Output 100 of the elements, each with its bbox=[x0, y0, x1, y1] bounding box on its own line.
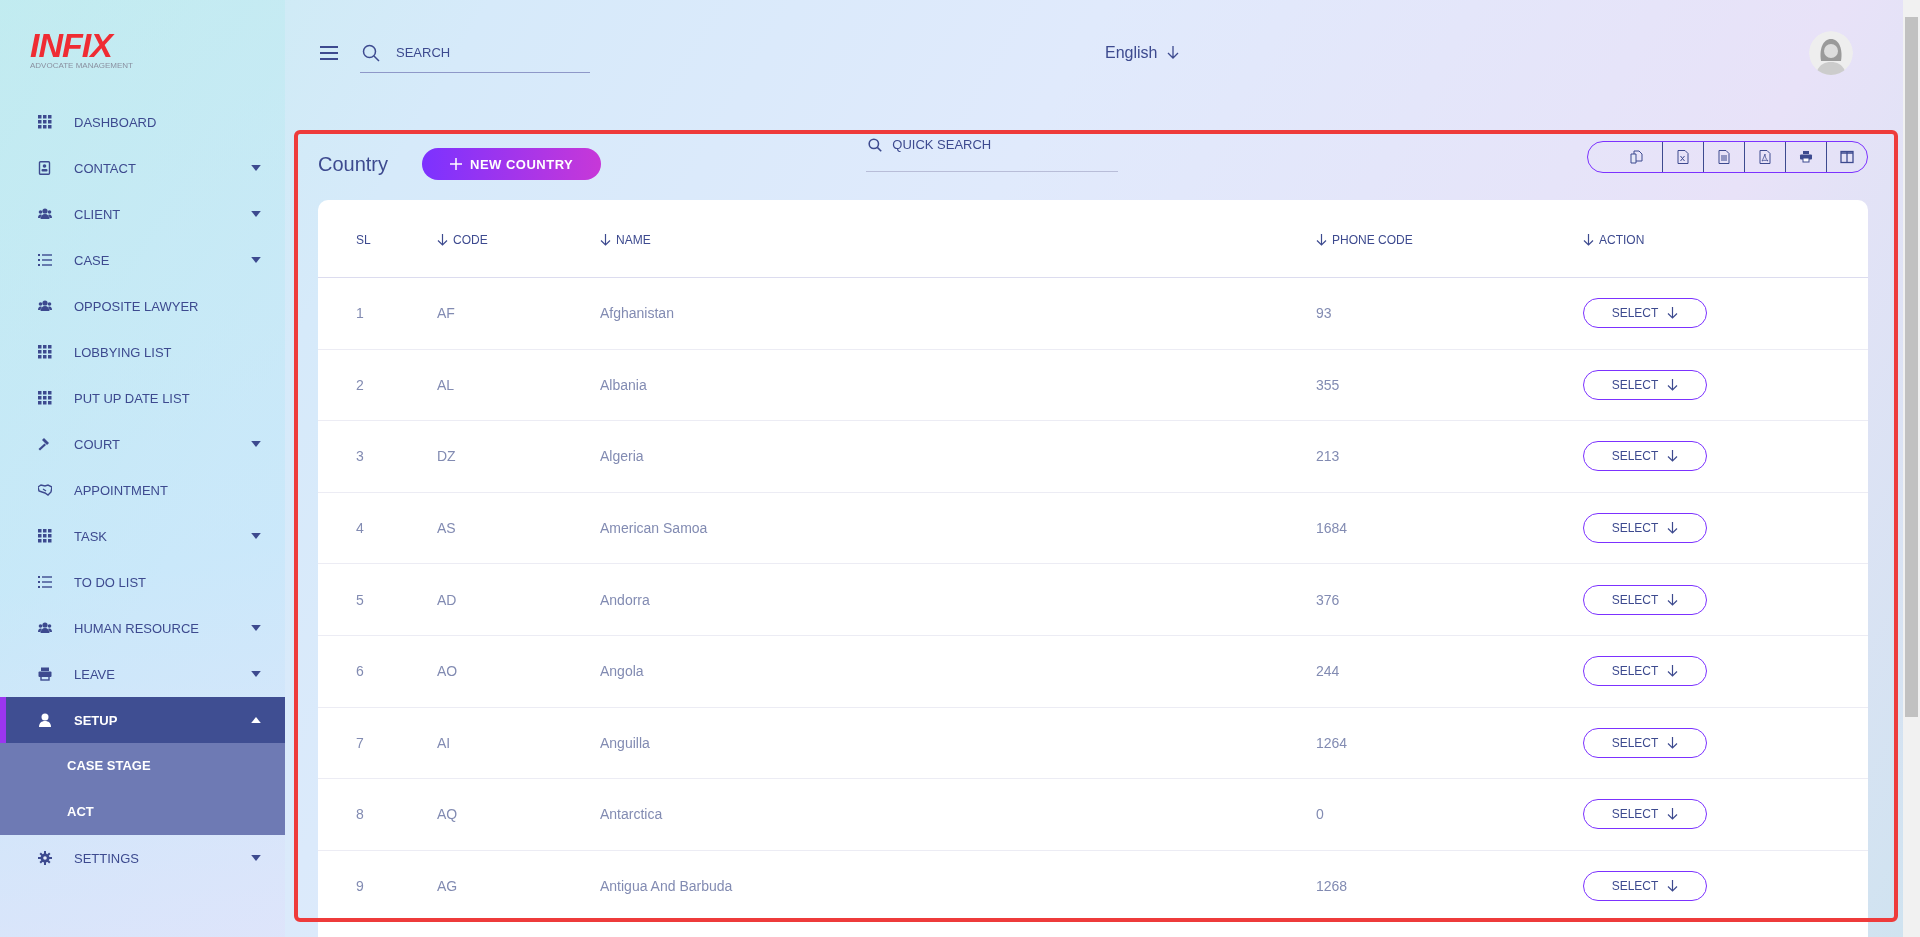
select-button[interactable]: SELECT bbox=[1583, 584, 1707, 615]
sidebar-item[interactable]: SETTINGS bbox=[0, 835, 285, 881]
table-cell: Anguilla bbox=[600, 734, 650, 751]
table-cell: DZ bbox=[437, 448, 456, 465]
table-cell: AS bbox=[437, 520, 456, 537]
document-icon bbox=[1717, 150, 1731, 164]
sidebar-item[interactable]: CONTACT bbox=[0, 145, 285, 191]
table-cell: 0 bbox=[1316, 806, 1324, 823]
new-country-button[interactable]: NEW COUNTRY bbox=[422, 148, 602, 180]
menu-icon[interactable] bbox=[320, 45, 338, 60]
sidebar-item[interactable]: OPPOSITE LAWYER bbox=[0, 283, 285, 329]
search-field[interactable]: SEARCH bbox=[360, 32, 590, 73]
sidebar-item[interactable]: APPOINTMENT bbox=[0, 467, 285, 513]
sidebar-item[interactable]: LEAVE bbox=[0, 651, 285, 697]
arrow-down-icon bbox=[1667, 736, 1679, 749]
table-cell: 376 bbox=[1316, 591, 1340, 608]
sidebar-item[interactable]: PUT UP DATE LIST bbox=[0, 375, 285, 421]
table-cell: Angola bbox=[600, 663, 644, 680]
arrow-down-icon bbox=[1667, 378, 1679, 391]
table-cell: AD bbox=[437, 591, 457, 608]
select-button[interactable]: SELECT bbox=[1583, 513, 1707, 544]
users-icon bbox=[38, 207, 52, 221]
table-cell: 1684 bbox=[1316, 520, 1348, 537]
select-button[interactable]: SELECT bbox=[1583, 799, 1707, 830]
table-cell: AQ bbox=[437, 806, 458, 823]
select-button[interactable]: SELECT bbox=[1583, 727, 1707, 758]
user-icon bbox=[38, 713, 52, 727]
arrow-down-icon bbox=[1667, 450, 1679, 463]
printer-icon bbox=[38, 667, 52, 681]
submenu-item[interactable]: ACT bbox=[0, 789, 94, 835]
plus-icon bbox=[450, 158, 463, 170]
sidebar-item[interactable]: LOBBYING LIST bbox=[0, 329, 285, 375]
select-button[interactable]: SELECT bbox=[1583, 369, 1707, 400]
table-cell: 3 bbox=[356, 448, 364, 465]
list-icon bbox=[38, 253, 52, 267]
list-icon bbox=[38, 575, 52, 589]
table-cell: 4 bbox=[356, 520, 364, 537]
sidebar-item[interactable]: CASE bbox=[0, 237, 285, 283]
users-icon bbox=[38, 621, 52, 635]
table-cell: AL bbox=[437, 376, 455, 393]
columns-icon bbox=[1840, 150, 1854, 164]
table-cell: American Samoa bbox=[600, 520, 708, 537]
page-title: Country bbox=[318, 152, 389, 176]
table-cell: Afghanistan bbox=[600, 305, 674, 322]
table-cell: 244 bbox=[1316, 663, 1340, 680]
table-cell: Antarctica bbox=[600, 806, 663, 823]
arrow-down-icon bbox=[1667, 522, 1679, 535]
arrow-down-icon bbox=[1667, 307, 1679, 320]
table-cell: 93 bbox=[1316, 305, 1332, 322]
column-header: SL bbox=[356, 233, 371, 247]
arrow-down-icon bbox=[1667, 665, 1679, 678]
table-cell: AI bbox=[437, 734, 451, 751]
pdf-file-icon bbox=[1758, 150, 1772, 164]
printer-icon bbox=[1799, 150, 1813, 164]
table-cell: 213 bbox=[1316, 448, 1340, 465]
table-cell: AO bbox=[437, 663, 458, 680]
grid-icon bbox=[38, 345, 52, 359]
select-button[interactable]: SELECT bbox=[1583, 871, 1707, 902]
table-cell: Andorra bbox=[600, 591, 650, 608]
table-cell: 5 bbox=[356, 591, 364, 608]
sidebar-item[interactable]: COURT bbox=[0, 421, 285, 467]
language-dropdown[interactable]: English bbox=[1105, 43, 1180, 62]
table-cell: 8 bbox=[356, 806, 364, 823]
column-header[interactable]: ACTION bbox=[1583, 233, 1645, 247]
table-cell: AG bbox=[437, 878, 458, 895]
select-button[interactable]: SELECT bbox=[1583, 656, 1707, 687]
sidebar-item[interactable]: CLIENT bbox=[0, 191, 285, 237]
settings-icon bbox=[38, 851, 52, 865]
select-button[interactable]: SELECT bbox=[1583, 298, 1707, 329]
table-cell: Antigua And Barbuda bbox=[600, 878, 733, 895]
gavel-icon bbox=[38, 437, 52, 451]
table-cell: AF bbox=[437, 305, 455, 322]
column-header[interactable]: NAME bbox=[600, 233, 651, 247]
arrow-down-icon bbox=[1667, 880, 1679, 893]
table-cell: 6 bbox=[356, 663, 364, 680]
arrow-down-icon bbox=[1667, 808, 1679, 821]
sidebar-item[interactable]: TASK bbox=[0, 513, 285, 559]
sidebar-item[interactable]: SETUP bbox=[0, 697, 285, 743]
select-button[interactable]: SELECT bbox=[1583, 441, 1707, 472]
sidebar-item[interactable]: DASHBOARD bbox=[0, 99, 285, 145]
table-cell: 7 bbox=[356, 734, 364, 751]
arrow-down-icon bbox=[1667, 593, 1679, 606]
table-cell: Albania bbox=[600, 376, 647, 393]
table-cell: 1 bbox=[356, 305, 364, 322]
column-header[interactable]: PHONE CODE bbox=[1316, 233, 1413, 247]
sidebar-item[interactable]: HUMAN RESOURCE bbox=[0, 605, 285, 651]
submenu-item[interactable]: CASE STAGE bbox=[0, 743, 151, 789]
table-cell: Algeria bbox=[600, 448, 644, 465]
logo-subtitle: ADVOCATE MANAGEMENT bbox=[30, 61, 133, 70]
table-cell: 1264 bbox=[1316, 734, 1348, 751]
table-cell: 355 bbox=[1316, 376, 1340, 393]
grid-icon bbox=[38, 115, 52, 129]
table-cell: 1268 bbox=[1316, 878, 1348, 895]
sidebar-item[interactable]: TO DO LIST bbox=[0, 559, 285, 605]
column-header[interactable]: CODE bbox=[437, 233, 488, 247]
scrollbar[interactable] bbox=[1903, 0, 1920, 937]
excel-file-icon bbox=[1676, 150, 1690, 164]
quick-search-field[interactable]: QUICK SEARCH bbox=[866, 130, 1119, 172]
copy-icon bbox=[1629, 150, 1643, 164]
contact-card-icon bbox=[38, 161, 52, 175]
